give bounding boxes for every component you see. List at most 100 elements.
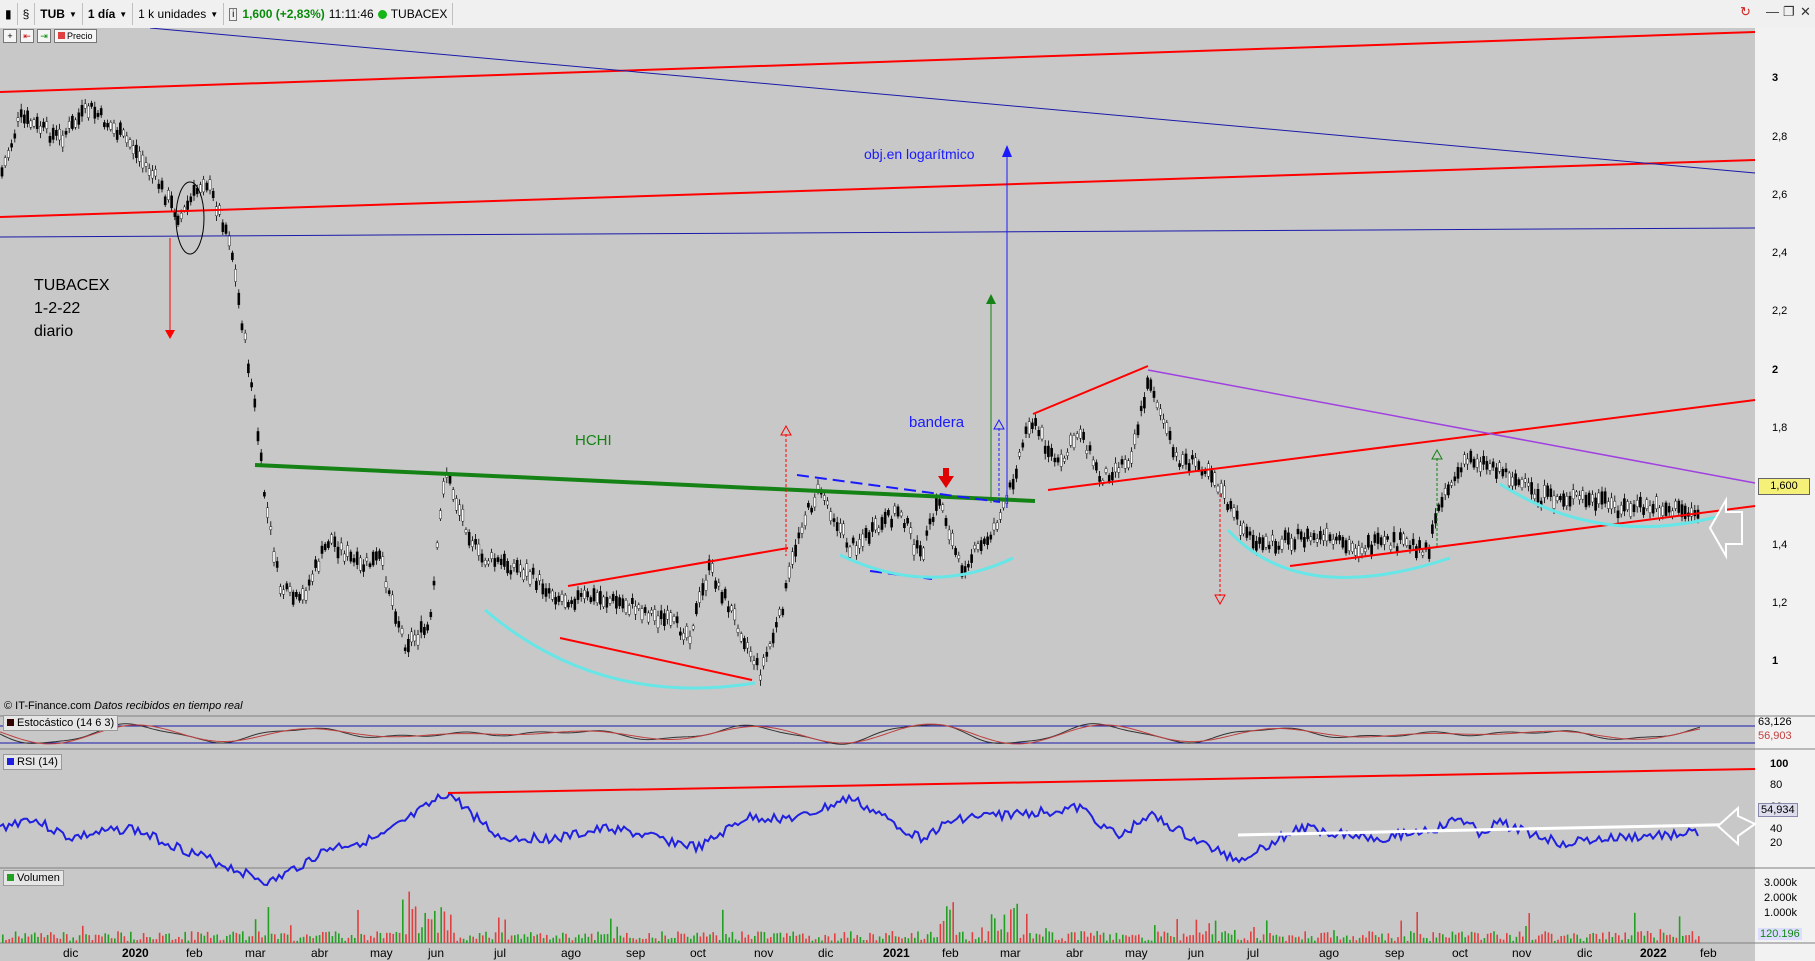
volume-bar (1464, 937, 1466, 943)
volume-bar (731, 931, 734, 943)
units-selector[interactable]: 1 k unidades ▼ (133, 3, 225, 25)
minimize-icon[interactable]: — (1766, 4, 1779, 19)
volume-bar (59, 938, 62, 943)
time-tick-label: dic (63, 946, 79, 960)
candle-body (1571, 489, 1575, 500)
candle-body (1133, 433, 1137, 445)
candle-body (1111, 472, 1114, 481)
volume-bar (1336, 936, 1338, 943)
candle-body (1517, 479, 1521, 486)
volume-bar (1291, 935, 1294, 943)
time-tick-label: feb (1700, 946, 1717, 960)
volume-bar (1307, 938, 1310, 943)
volume-bar (149, 937, 151, 943)
candle-body (439, 510, 442, 519)
volume-bar (1499, 938, 1502, 943)
candle-body (90, 102, 93, 107)
close-icon[interactable]: ✕ (1800, 4, 1811, 20)
candle-body (832, 518, 836, 522)
candle-body (1319, 531, 1322, 540)
candle-body (250, 382, 253, 388)
volume-bar (875, 940, 878, 943)
volume-bar (155, 939, 158, 943)
candle-body (915, 540, 919, 549)
candle-body (1229, 501, 1233, 509)
volume-bar (942, 920, 945, 943)
candle-body (1607, 501, 1610, 509)
candle-body (778, 608, 781, 616)
candle-body (1635, 500, 1639, 508)
volume-bar (1653, 937, 1655, 943)
remove-icon[interactable]: ⇤ (20, 29, 34, 43)
candle-body (279, 586, 282, 594)
candle-body (247, 363, 250, 374)
volume-bar (1435, 937, 1438, 943)
candle-body (813, 497, 817, 508)
candle-body (1440, 496, 1444, 508)
candle-body (1415, 546, 1418, 559)
refresh-icon[interactable]: ↻ (1740, 4, 1751, 20)
volume-bar (1035, 933, 1038, 943)
volume-bar (1627, 939, 1630, 943)
series-toggle[interactable]: Precio (54, 29, 97, 43)
candle-body (58, 129, 61, 141)
add-icon[interactable]: + (3, 29, 17, 43)
candle-body (896, 506, 900, 517)
period-selector[interactable]: 1 día ▼ (83, 3, 134, 25)
volume-bar (1643, 935, 1646, 943)
volume-bar (1682, 935, 1684, 943)
candle-body (480, 553, 484, 563)
restore-icon[interactable]: ❐ (1783, 4, 1795, 20)
volume-bar (1326, 932, 1329, 943)
volume-bar (1026, 913, 1028, 943)
export-icon[interactable]: ⇥ (37, 29, 51, 43)
candle-body (160, 180, 164, 190)
volume-bar (1467, 935, 1470, 943)
candle-body (391, 594, 394, 606)
candle-body (1267, 544, 1271, 550)
candle-body (1271, 534, 1274, 542)
volume-bar (405, 934, 407, 943)
volume-bar (229, 934, 231, 943)
candle-body (992, 522, 996, 531)
candle-body (1175, 452, 1178, 457)
price-chart[interactable] (0, 28, 1815, 961)
chart-type-icon[interactable]: ▮ (0, 3, 18, 25)
candle-body (797, 532, 801, 539)
candle-body (432, 580, 436, 586)
candle-body (259, 452, 263, 461)
volume-bar (1080, 931, 1082, 943)
volume-bar (34, 932, 36, 943)
symbol-selector[interactable]: TUB ▼ (35, 3, 83, 25)
volume-bar (347, 937, 350, 943)
info-icon[interactable]: i (229, 7, 238, 21)
volume-bar (1064, 940, 1066, 943)
candle-body (1216, 485, 1220, 493)
note-line-3: diario (34, 323, 74, 340)
volume-bar (779, 932, 782, 943)
candle-body (1079, 429, 1082, 439)
volume-bar (1157, 931, 1159, 943)
candle-body (1648, 505, 1652, 513)
candle-body (61, 135, 65, 148)
volume-bar (235, 932, 238, 943)
volume-bar (808, 935, 810, 943)
volume-bar (1586, 937, 1588, 943)
volume-bar (174, 939, 177, 943)
volume-bar (1678, 916, 1681, 943)
candle-body (183, 206, 186, 211)
volume-bar (98, 934, 100, 943)
candle-body (1040, 426, 1044, 440)
volume-bar (261, 937, 263, 943)
volume-bar (1214, 920, 1217, 943)
volume-bar (1474, 932, 1476, 943)
volume-bar (1301, 939, 1303, 943)
candle-body (794, 544, 797, 557)
volume-bar (888, 935, 890, 943)
candle-body (762, 657, 765, 667)
candle-body (1095, 462, 1098, 471)
time-tick-label: oct (690, 946, 707, 960)
settings-icon[interactable]: § (18, 3, 36, 25)
volume-bar (523, 934, 526, 943)
volume-bar (744, 937, 746, 943)
